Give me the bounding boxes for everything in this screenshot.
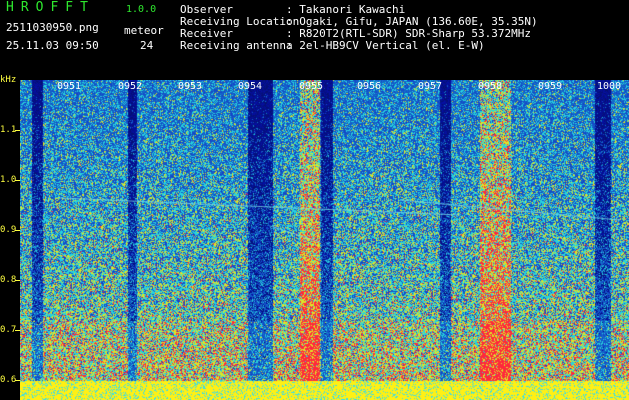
date-time: 25.11.03 09:50	[6, 39, 99, 52]
time-tick-label: 0959	[538, 81, 563, 92]
time-tick-label: 0952	[118, 81, 143, 92]
time-tick-label: 0954	[238, 81, 263, 92]
app-version: 1.0.0	[126, 4, 157, 15]
frequency-axis: kHz 1.1 1.0 0.9 0.8 0.7 0.6	[0, 75, 20, 400]
time-tick-label: 1000	[597, 81, 622, 92]
y-tick-label: 0.9	[0, 225, 17, 235]
time-tick-label: 0958	[478, 81, 503, 92]
spectrogram-canvas	[20, 80, 629, 400]
header-panel: HROFFT 1.0.0 2511030950.png meteor 25.11…	[0, 0, 629, 78]
time-tick-label: 0953	[178, 81, 203, 92]
meteor-label: meteor	[124, 24, 164, 37]
y-tick-label: 0.6	[0, 375, 17, 385]
time-tick-label: 0957	[418, 81, 443, 92]
y-tick-label: 1.0	[0, 175, 17, 185]
time-tick-label: 0955	[299, 81, 324, 92]
spectrogram[interactable]	[20, 80, 629, 400]
axis-unit-label: kHz	[0, 75, 17, 85]
app-title: HROFFT	[6, 0, 95, 15]
antenna-value: : 2el-HB9CV Vertical (el. E-W)	[286, 39, 485, 52]
time-tick-label: 0956	[357, 81, 382, 92]
antenna-label: Receiving antenna	[180, 39, 293, 52]
y-tick-label: 1.1	[0, 125, 17, 135]
meteor-count: 24	[140, 39, 154, 52]
y-tick-label: 0.8	[0, 275, 17, 285]
file-name: 2511030950.png	[6, 21, 99, 34]
time-tick-label: 0951	[57, 81, 82, 92]
y-tick-label: 0.7	[0, 325, 17, 335]
